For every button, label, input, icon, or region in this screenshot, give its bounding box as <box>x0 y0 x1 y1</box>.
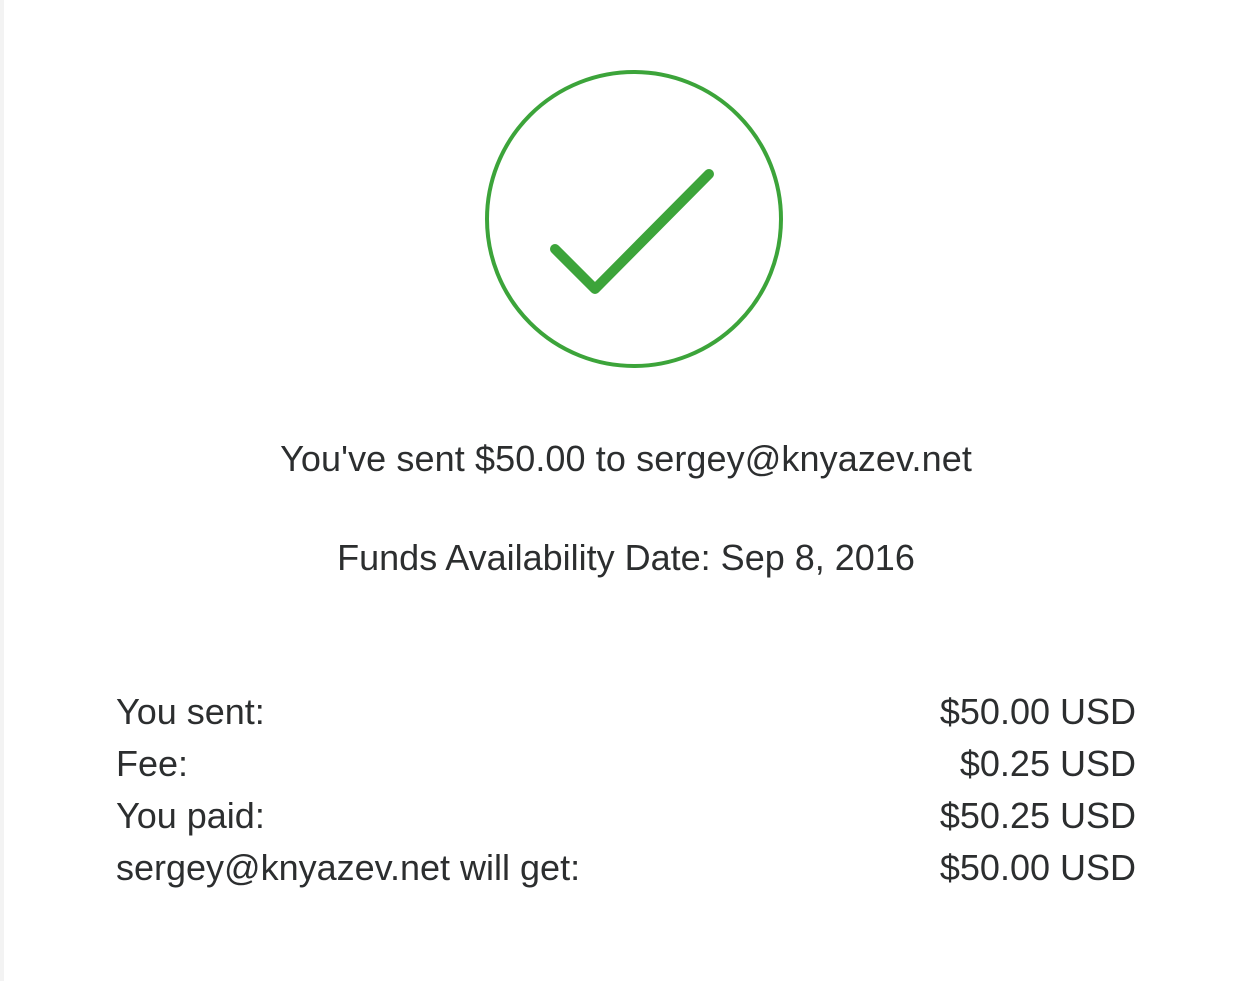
summary-row-fee: Fee: $0.25 USD <box>116 738 1136 790</box>
summary-label: You paid: <box>116 795 265 836</box>
summary-value: $50.00 USD <box>939 691 1136 732</box>
summary-label: Fee: <box>116 743 189 784</box>
summary-label: sergey@knyazev.net will get: <box>116 847 581 888</box>
summary-row-you-sent: You sent: $50.00 USD <box>116 686 1136 738</box>
payment-confirmation-panel: You've sent $50.00 to sergey@knyazev.net… <box>4 0 1236 981</box>
sent-confirmation-message: You've sent $50.00 to sergey@knyazev.net <box>280 438 972 479</box>
summary-value: $0.25 USD <box>959 743 1136 784</box>
payment-summary: You sent: $50.00 USD Fee: $0.25 USD You … <box>116 686 1136 894</box>
funds-availability-date: Funds Availability Date: Sep 8, 2016 <box>337 537 915 578</box>
summary-row-you-paid: You paid: $50.25 USD <box>116 790 1136 842</box>
summary-row-recipient-gets: sergey@knyazev.net will get: $50.00 USD <box>116 842 1136 894</box>
checkmark-circle-icon <box>483 68 785 370</box>
summary-label: You sent: <box>116 691 265 732</box>
summary-value: $50.25 USD <box>939 795 1136 836</box>
summary-value: $50.00 USD <box>939 847 1136 888</box>
